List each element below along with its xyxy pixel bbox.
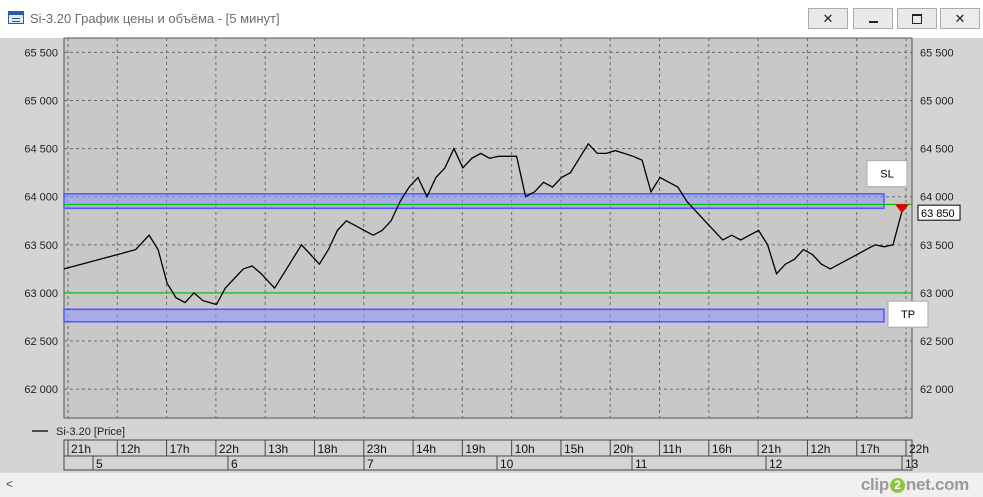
time-tick-label: 22h xyxy=(219,442,239,456)
y-tick-label-left: 65 000 xyxy=(24,96,58,108)
time-tick-label: 11h xyxy=(663,442,682,456)
plot-area xyxy=(63,37,913,419)
time-tick-label: 23h xyxy=(367,442,387,456)
tp-label: TP xyxy=(901,309,915,321)
price-chart[interactable]: 62 000 62 000 62 500 62 500 63 000 63 000 63 5… xyxy=(0,0,983,472)
time-tick-label: 14h xyxy=(416,442,436,456)
date-tick-label: 5 xyxy=(96,457,103,471)
y-tick-label-left: 64 500 xyxy=(24,144,58,156)
time-tick-label: 13h xyxy=(268,442,288,456)
horizontal-scrollbar[interactable]: < clip 2 net.com xyxy=(0,472,983,497)
watermark-logo: clip 2 net.com xyxy=(860,475,969,494)
time-tick-label: 22h xyxy=(909,442,929,456)
time-tick-label: 10h xyxy=(515,442,535,456)
time-tick-label: 20h xyxy=(613,442,633,456)
date-axis-row xyxy=(63,455,913,471)
current-price-label: 63 850 xyxy=(921,208,955,220)
y-tick-label-right: 65 500 xyxy=(920,47,954,59)
y-tick-label-right: 63 000 xyxy=(920,288,954,300)
y-tick-label-left: 62 000 xyxy=(24,384,58,396)
time-tick-label: 17h xyxy=(860,442,880,456)
y-tick-label-right: 63 500 xyxy=(920,240,954,252)
date-tick-label: 6 xyxy=(231,457,238,471)
time-tick-label: 21h xyxy=(761,442,781,456)
scroll-left-arrow-icon[interactable]: < xyxy=(6,477,13,491)
y-tick-label-left: 64 000 xyxy=(24,192,58,204)
time-tick-label: 16h xyxy=(712,442,732,456)
time-tick-label: 21h xyxy=(71,442,91,456)
time-tick-label: 19h xyxy=(465,442,485,456)
stop-loss-zone xyxy=(63,193,885,210)
y-tick-label-left: 65 500 xyxy=(24,47,58,59)
date-tick-label: 7 xyxy=(367,457,374,471)
sl-label: SL xyxy=(880,169,893,181)
y-tick-label-right: 62 000 xyxy=(920,384,954,396)
date-tick-label: 10 xyxy=(500,457,514,471)
y-tick-label-left: 63 000 xyxy=(24,288,58,300)
y-tick-label-left: 62 500 xyxy=(24,336,58,348)
y-tick-label-right: 65 000 xyxy=(920,96,954,108)
time-tick-label: 12h xyxy=(810,442,830,456)
y-tick-label-right: 62 500 xyxy=(920,336,954,348)
time-tick-label: 15h xyxy=(564,442,584,456)
date-tick-label: 13 xyxy=(905,457,919,471)
y-tick-label-right: 64 500 xyxy=(920,144,954,156)
date-tick-label: 12 xyxy=(769,457,783,471)
time-tick-label: 18h xyxy=(317,442,337,456)
time-axis-row xyxy=(63,439,913,457)
legend-label: Si-3.20 [Price] xyxy=(56,426,125,438)
time-tick-label: 17h xyxy=(170,442,190,456)
y-tick-label-right: 64 000 xyxy=(920,192,954,204)
take-profit-zone xyxy=(63,308,885,323)
time-tick-label: 12h xyxy=(120,442,140,456)
y-tick-label-left: 63 500 xyxy=(24,240,58,252)
date-tick-label: 11 xyxy=(635,457,648,471)
